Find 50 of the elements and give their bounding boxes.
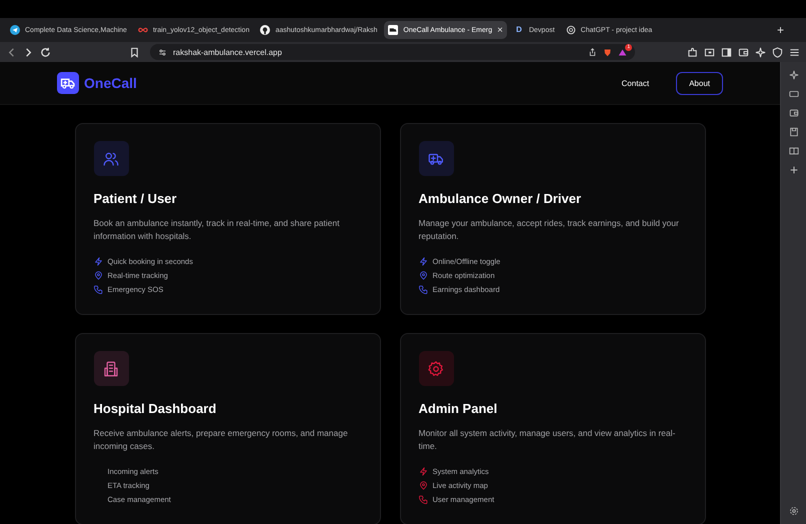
- back-icon[interactable]: [6, 46, 17, 58]
- phone-icon: [94, 285, 102, 294]
- shield-icon[interactable]: [772, 46, 783, 58]
- close-tab-button[interactable]: ×: [497, 24, 503, 36]
- lightning-icon: [418, 257, 428, 266]
- new-tab-button[interactable]: +: [776, 23, 800, 37]
- add-icon[interactable]: [788, 165, 798, 175]
- location-pin-icon: [418, 271, 428, 280]
- settings-icon[interactable]: [788, 506, 798, 516]
- url-text: rakshak-ambulance.vercel.app: [173, 48, 283, 56]
- menu-icon[interactable]: [789, 46, 800, 58]
- book-icon[interactable]: [788, 146, 798, 156]
- phone-icon: [418, 495, 428, 504]
- nav-link[interactable]: Contact: [608, 72, 662, 94]
- tab-favicon: D: [515, 25, 523, 35]
- wallet-icon[interactable]: [738, 46, 749, 58]
- reload-icon[interactable]: [40, 46, 51, 58]
- ambulance-logo-icon[interactable]: [57, 72, 79, 94]
- lightning-icon: [94, 257, 102, 266]
- card-description: Receive ambulance alerts, prepare emergency rooms, and manage incoming cases.: [94, 427, 349, 453]
- card-title: Patient / User: [94, 191, 178, 206]
- flower-knot-icon: [566, 25, 576, 35]
- card-description: Book an ambulance instantly, track in real-time, and share patient information with hospitals.: [94, 217, 341, 243]
- video-icon[interactable]: [788, 89, 798, 99]
- card-description: Monitor all system activity, manage users, and view analytics in real-time.: [418, 427, 676, 453]
- phone-icon: [418, 285, 428, 294]
- location-pin-icon: [94, 271, 102, 280]
- bookmark-icon[interactable]: [129, 46, 140, 58]
- screen-icon[interactable]: [704, 46, 715, 58]
- triangle-icon[interactable]: [618, 48, 627, 56]
- location-pin-icon: [418, 481, 428, 490]
- floppy-icon[interactable]: [788, 127, 798, 137]
- brand-name[interactable]: OneCall: [84, 75, 137, 91]
- card-description: Manage your ambulance, accept rides, track earnings, and build your reputation.: [418, 217, 680, 243]
- lightning-icon: [418, 467, 428, 476]
- card-title: Hospital Dashboard: [94, 401, 218, 416]
- puzzle-icon[interactable]: [687, 46, 698, 58]
- sliders-icon[interactable]: [158, 48, 167, 56]
- card-title: Admin Panel: [418, 401, 498, 416]
- lion-shield-icon[interactable]: [603, 48, 612, 56]
- forward-icon[interactable]: [23, 46, 34, 58]
- nav-link[interactable]: About: [676, 72, 723, 94]
- sparkle-icon[interactable]: [788, 70, 798, 80]
- telegram-plane-icon: [10, 25, 20, 35]
- sparkle-icon[interactable]: [755, 46, 766, 58]
- sidebar-icon[interactable]: [721, 46, 732, 58]
- card-title: Ambulance Owner / Driver: [418, 191, 582, 206]
- wallet-icon[interactable]: [788, 108, 798, 118]
- infinity-icon: [138, 25, 148, 35]
- share-icon[interactable]: [588, 48, 597, 56]
